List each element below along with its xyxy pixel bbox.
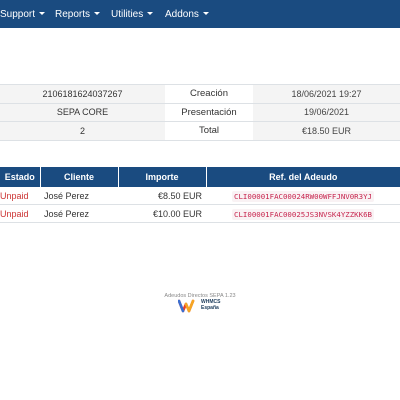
nav-utilities-menu[interactable]: Utilities	[111, 0, 154, 28]
presentation-label: Presentación	[165, 103, 253, 122]
table-row: Unpaid José Perez €10.00 EUR CLI00001FAC…	[0, 204, 400, 223]
client-link[interactable]: José Perez	[40, 204, 118, 223]
status-cell: Unpaid	[0, 187, 40, 205]
header-ref[interactable]: Ref. del Adeudo	[206, 167, 400, 187]
table-header-row: Estado Cliente Importe Ref. del Adeudo	[0, 167, 400, 187]
creation-label: Creación	[165, 84, 253, 104]
remittance-id: 2106181624037267	[0, 84, 165, 104]
logo-line-2: España	[201, 304, 219, 311]
logo-wordmark: WHMCS España	[201, 299, 220, 311]
info-row: 2106181624037267 Creación 18/06/2021 19:…	[0, 84, 400, 104]
presentation-date: 19/06/2021	[253, 103, 400, 122]
nav-addons-label: Addons	[165, 9, 199, 20]
total-label: Total	[165, 121, 253, 141]
info-row: 2 Total €18.50 EUR	[0, 121, 400, 141]
nav-addons-menu[interactable]: Addons	[165, 0, 209, 28]
caret-down-icon	[39, 12, 46, 15]
amount-cell: €10.00 EUR	[118, 204, 206, 223]
client-link[interactable]: José Perez	[40, 187, 118, 205]
scheme-value: SEPA CORE	[0, 103, 165, 122]
creation-date: 18/06/2021 19:27	[253, 84, 400, 104]
mandate-ref-code: CLI00001FAC00025JS3NVSK4YZZKK6B	[232, 208, 374, 220]
invoices-table: Estado Cliente Importe Ref. del Adeudo U…	[0, 167, 400, 223]
nav-utilities-label: Utilities	[111, 9, 144, 20]
header-importe[interactable]: Importe	[118, 167, 207, 187]
total-amount: €18.50 EUR	[253, 121, 400, 141]
remittance-info-table: 2106181624037267 Creación 18/06/2021 19:…	[0, 84, 400, 141]
mandate-ref-cell: CLI00001FAC00024RW00WFFJNV0R3YJ	[206, 187, 400, 205]
top-navigation-bar: Support Reports Utilities Addons	[0, 0, 400, 28]
nav-support-label: Support	[0, 9, 36, 20]
table-row: Unpaid José Perez €8.50 EUR CLI00001FAC0…	[0, 187, 400, 205]
nav-reports-menu[interactable]: Reports	[55, 0, 101, 28]
invoice-count: 2	[0, 121, 165, 141]
amount-cell: €8.50 EUR	[118, 187, 206, 205]
mandate-ref-code: CLI00001FAC00024RW00WFFJNV0R3YJ	[232, 190, 374, 202]
caret-down-icon	[147, 12, 154, 15]
header-cliente[interactable]: Cliente	[40, 167, 119, 187]
info-row: SEPA CORE Presentación 19/06/2021	[0, 103, 400, 122]
caret-down-icon	[94, 12, 101, 15]
caret-down-icon	[202, 12, 209, 15]
mandate-ref-cell: CLI00001FAC00025JS3NVSK4YZZKK6B	[206, 204, 400, 223]
nav-reports-label: Reports	[55, 9, 91, 20]
nav-support-menu[interactable]: Support	[0, 0, 46, 28]
status-cell: Unpaid	[0, 204, 40, 223]
header-estado[interactable]: Estado	[0, 167, 41, 187]
